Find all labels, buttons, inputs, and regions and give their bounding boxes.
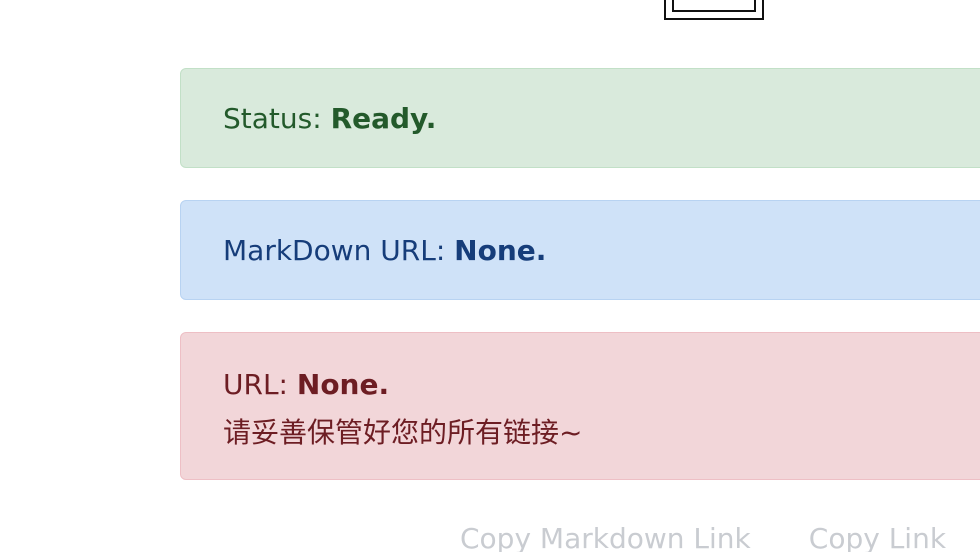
copy-buttons-row: Copy Markdown Link Copy Link — [460, 522, 980, 552]
url-value: None. — [296, 368, 390, 401]
image-preview-inner-frame — [672, 0, 756, 12]
markdown-url-value: None. — [454, 234, 547, 267]
url-note: 请妥善保管好您的所有链接~ — [223, 416, 583, 449]
url-alert: URL: None. 请妥善保管好您的所有链接~ — [180, 332, 980, 480]
markdown-url-label: MarkDown URL: — [223, 234, 455, 267]
copy-link-button[interactable]: Copy Link — [809, 522, 946, 552]
markdown-url-alert: MarkDown URL: None. — [180, 200, 980, 300]
copy-markdown-link-button[interactable]: Copy Markdown Link — [460, 522, 751, 552]
status-label: Status: — [223, 102, 331, 135]
status-value: Ready. — [330, 102, 437, 135]
status-alert: Status: Ready. — [180, 68, 980, 168]
image-preview-frame — [664, 0, 764, 20]
page: Status: Ready. MarkDown URL: None. URL: … — [0, 0, 980, 552]
url-label: URL: — [223, 368, 297, 401]
